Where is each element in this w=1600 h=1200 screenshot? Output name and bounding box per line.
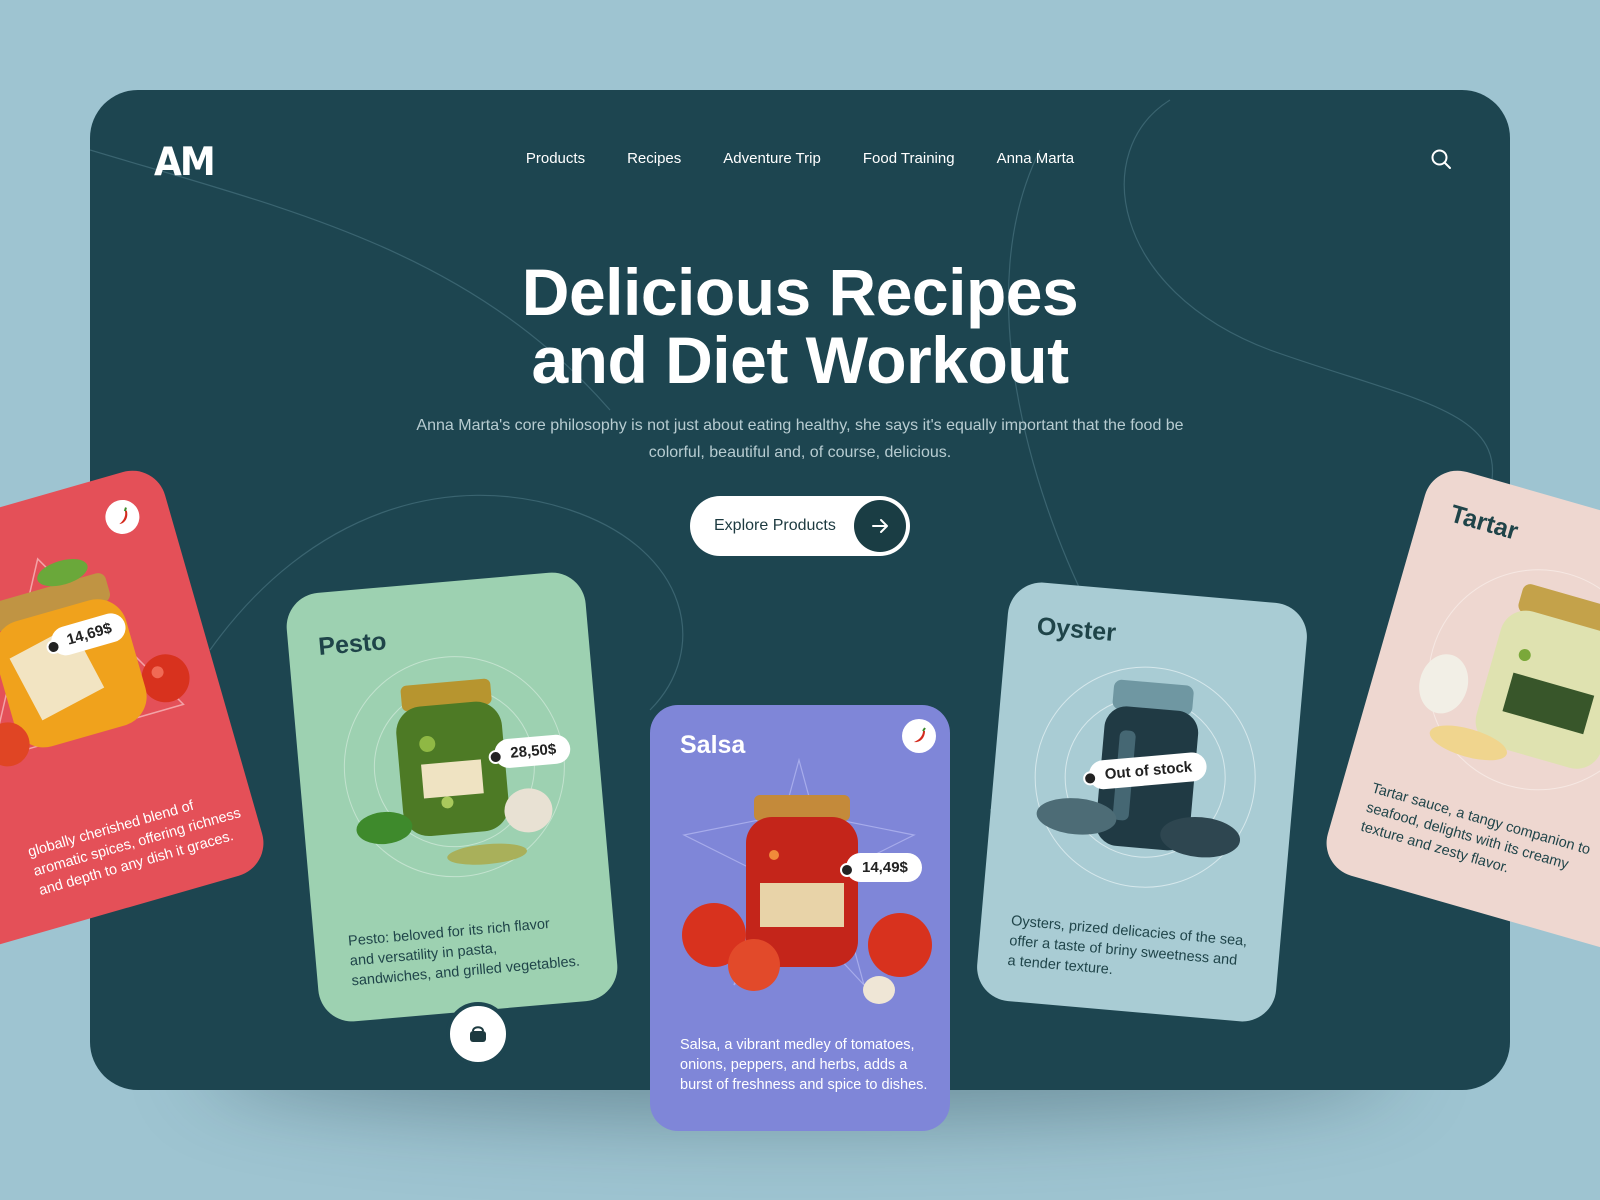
chili-icon (902, 719, 936, 753)
product-description: Salsa, a vibrant medley of tomatoes, oni… (680, 1037, 928, 1093)
product-card-pesto[interactable]: Pesto 28,50$ Pesto: beloved for its rich… (283, 569, 621, 1025)
search-icon[interactable] (1430, 148, 1452, 170)
page-title: Delicious Recipes and Diet Workout (90, 258, 1510, 394)
explore-products-button[interactable]: Explore Products (690, 496, 910, 556)
nav-item-adventure-trip[interactable]: Adventure Trip (723, 150, 821, 167)
pesto-jar-image (343, 656, 565, 878)
hero-subtitle: Anna Marta's core philosophy is not just… (416, 417, 1184, 461)
nav-item-products[interactable]: Products (526, 150, 585, 167)
explore-products-label: Explore Products (714, 517, 836, 534)
salsa-jar-image (682, 757, 932, 1004)
basket-icon (470, 1026, 486, 1042)
nav-item-recipes[interactable]: Recipes (627, 150, 681, 167)
product-card-oyster[interactable]: Oyster Out of stock Oysters, prized deli… (974, 579, 1310, 1025)
page-title-line-1: Delicious Recipes (521, 255, 1079, 329)
page-title-line-2: and Diet Workout (531, 323, 1069, 397)
add-to-basket-button[interactable] (446, 1002, 510, 1066)
stock-status: Out of stock (1104, 758, 1193, 784)
price-tag: 14,49$ (840, 853, 922, 882)
product-description: Oysters, prized delicacies of the sea, o… (1006, 913, 1248, 979)
product-card-salsa[interactable]: Salsa 14,49$ Salsa, a vibrant medley of … (650, 705, 950, 1131)
price-value: 14,49$ (862, 859, 908, 876)
arrow-right-icon (854, 500, 906, 552)
nav-item-anna-marta[interactable]: Anna Marta (997, 150, 1075, 167)
price-value: 14,69$ (64, 619, 114, 649)
nav-item-food-training[interactable]: Food Training (863, 150, 955, 167)
product-description: Pesto: beloved for its rich flavor and v… (347, 915, 581, 990)
main-nav: Products Recipes Adventure Trip Food Tra… (90, 150, 1510, 167)
price-value: 28,50$ (509, 740, 557, 762)
